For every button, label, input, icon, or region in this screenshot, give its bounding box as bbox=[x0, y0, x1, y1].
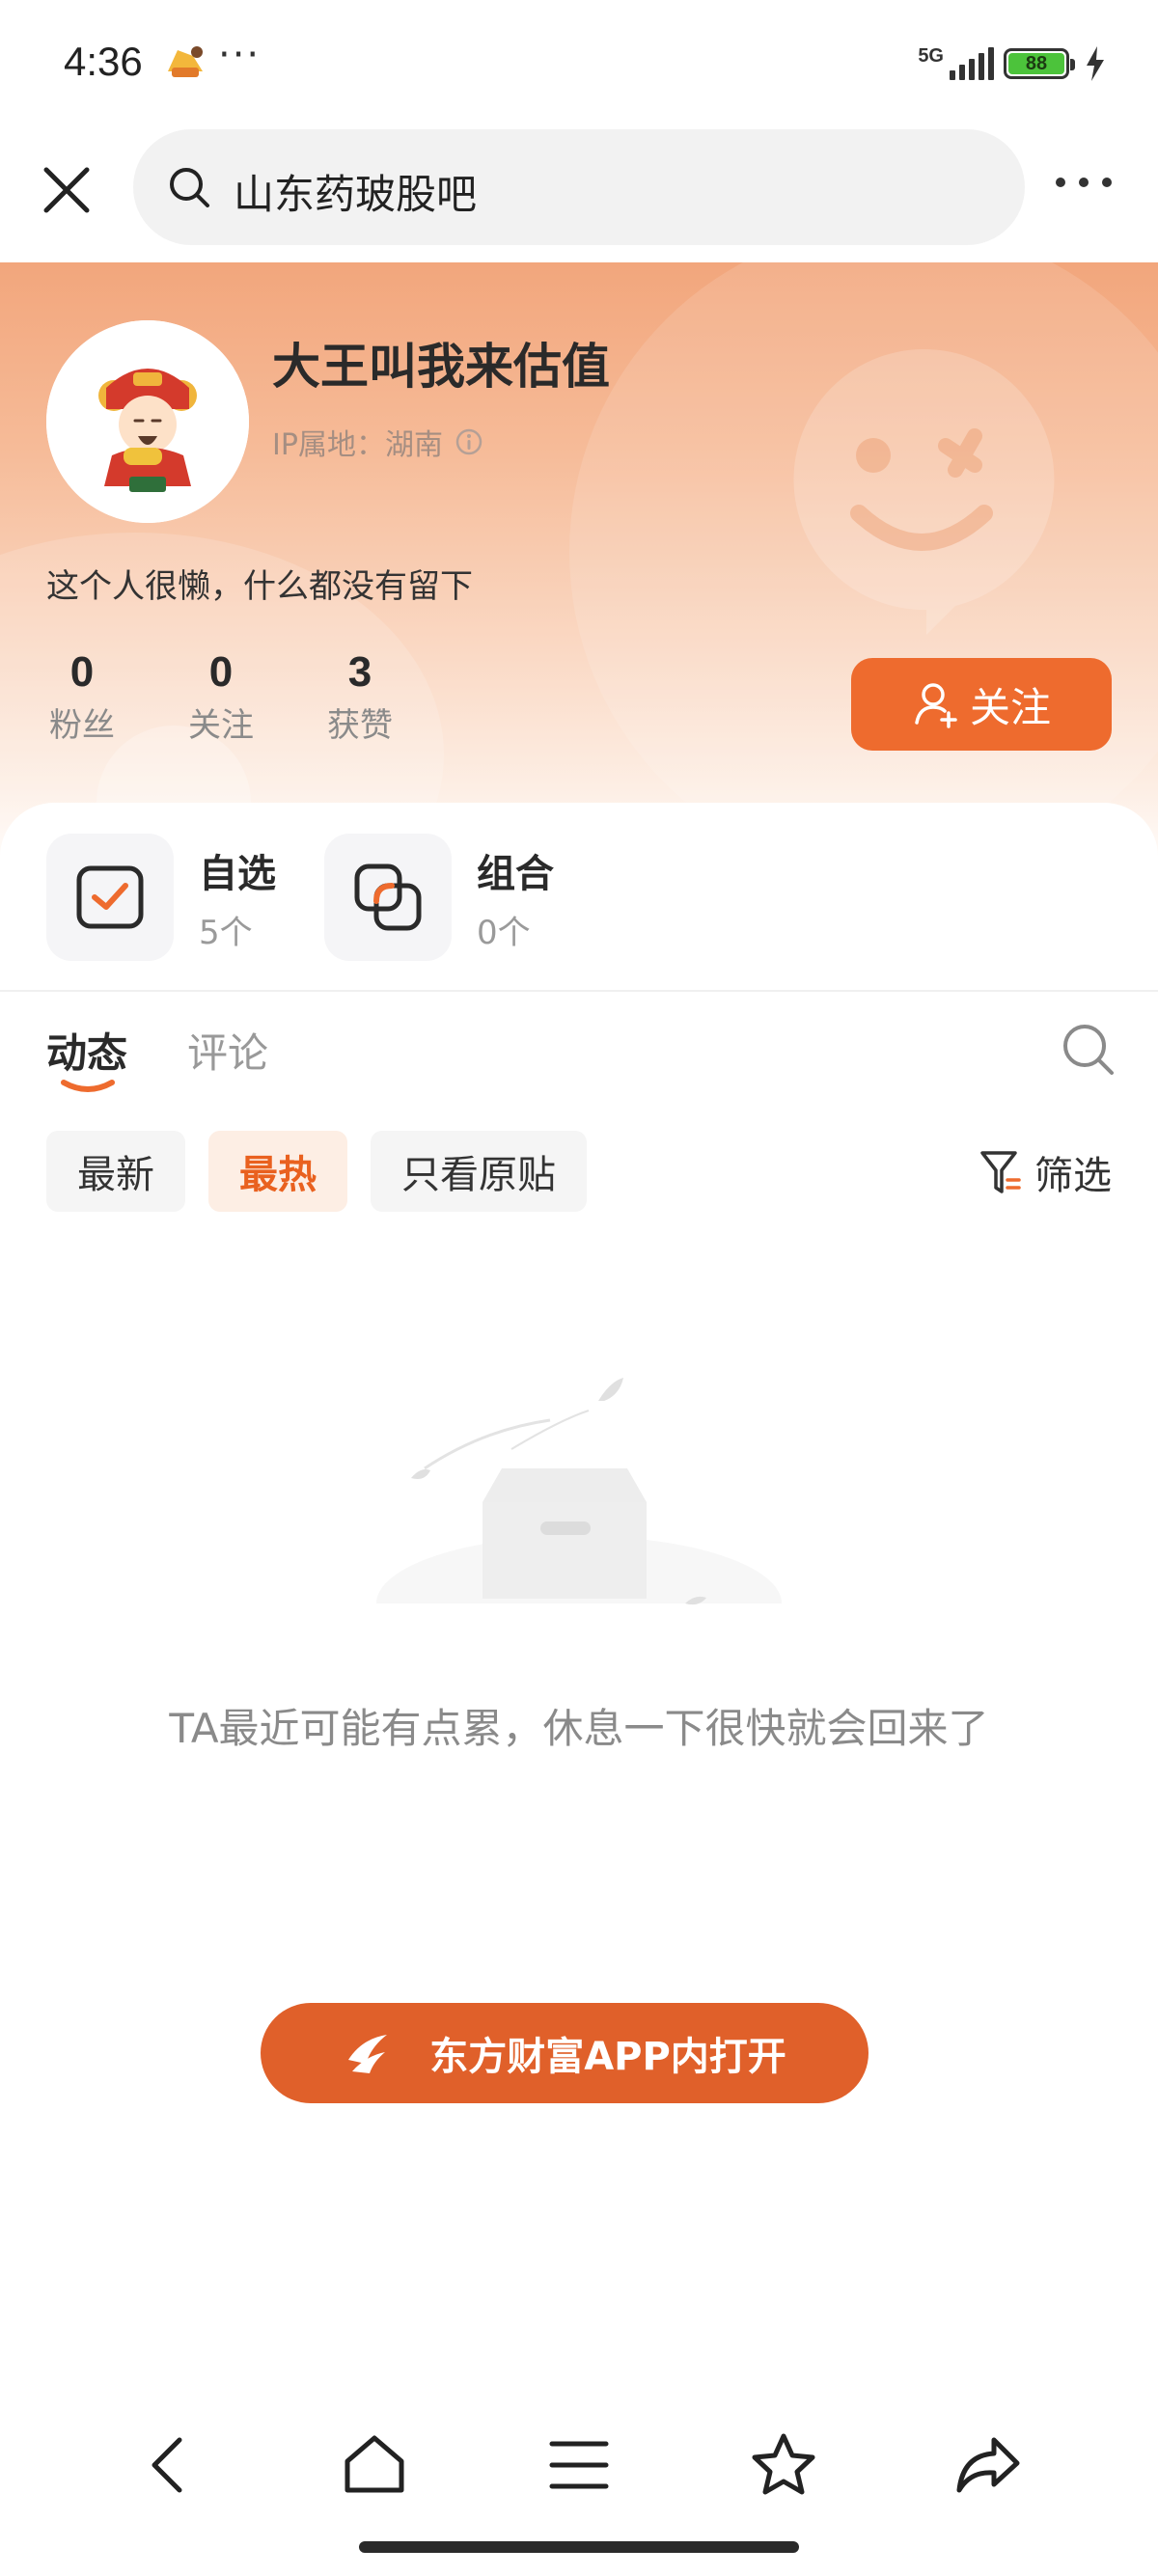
search-input[interactable]: 山东药玻股吧 bbox=[133, 129, 1025, 245]
stat-value: 3 bbox=[347, 648, 372, 696]
status-indicators: 5G 88 bbox=[918, 44, 1106, 83]
portfolio-link[interactable]: 组合 0个 bbox=[324, 834, 554, 961]
dot bbox=[1102, 178, 1112, 187]
open-in-app-label: 东方财富APP内打开 bbox=[429, 2035, 786, 2079]
battery-icon: 88 bbox=[1004, 48, 1075, 79]
stat-likes[interactable]: 3 获赞 bbox=[324, 648, 396, 746]
status-time: 4:36 bbox=[64, 39, 143, 84]
search-query: 山东药玻股吧 bbox=[234, 171, 478, 218]
app-logo-icon bbox=[348, 2035, 388, 2073]
tab-label: 评论 bbox=[187, 1029, 269, 1077]
tab-posts[interactable]: 动态 bbox=[46, 1021, 128, 1092]
watchlist-title: 自选 bbox=[199, 851, 276, 896]
close-icon[interactable] bbox=[39, 162, 95, 218]
network-type: 5G bbox=[918, 45, 944, 67]
tab-comments[interactable]: 评论 bbox=[187, 1021, 268, 1080]
share-icon[interactable] bbox=[951, 2428, 1025, 2502]
search-icon bbox=[170, 168, 209, 207]
info-icon[interactable] bbox=[455, 427, 483, 456]
more-options-button[interactable] bbox=[1056, 168, 1119, 197]
empty-state-message: TA最近可能有点累，休息一下很快就会回来了 bbox=[169, 1705, 989, 1752]
stat-value: 0 bbox=[69, 648, 95, 696]
signal-icon bbox=[950, 47, 994, 80]
open-in-app-button[interactable]: 东方财富APP内打开 bbox=[261, 2003, 868, 2103]
battery-level: 88 bbox=[1008, 53, 1064, 74]
divider bbox=[0, 990, 1158, 992]
status-bar: 4:36 ··· 5G 88 bbox=[0, 0, 1158, 127]
search-icon[interactable] bbox=[1060, 1021, 1117, 1079]
filter-hottest[interactable]: 最热 bbox=[208, 1131, 347, 1212]
filter-button[interactable]: 筛选 bbox=[979, 1144, 1112, 1200]
portfolio-text: 组合 0个 bbox=[477, 842, 554, 953]
add-user-icon bbox=[915, 683, 957, 728]
avatar-image bbox=[46, 320, 249, 523]
profile-header: 大王叫我来估值 IP属地：湖南 这个人很懒，什么都没有留下 0 粉丝 0 关注 … bbox=[0, 262, 1158, 880]
notification-app-icon bbox=[168, 46, 203, 77]
stat-value: 0 bbox=[208, 648, 234, 696]
menu-icon[interactable] bbox=[542, 2428, 616, 2502]
browser-nav-bar bbox=[0, 2412, 1158, 2518]
empty-box-illustration bbox=[367, 1378, 791, 1623]
star-icon[interactable] bbox=[747, 2428, 820, 2502]
checkbox-icon bbox=[76, 865, 144, 929]
follow-button[interactable]: 关注 bbox=[851, 658, 1112, 751]
watchlist-text: 自选 5个 bbox=[199, 842, 276, 953]
ip-location: IP属地：湖南 bbox=[272, 421, 483, 463]
filter-latest[interactable]: 最新 bbox=[46, 1131, 185, 1212]
dot bbox=[1056, 178, 1065, 187]
active-tab-indicator bbox=[61, 1080, 115, 1092]
home-icon[interactable] bbox=[338, 2428, 411, 2502]
smiley-bubble-icon bbox=[793, 348, 1055, 635]
portfolio-icon bbox=[354, 863, 422, 931]
filter-original-only[interactable]: 只看原贴 bbox=[371, 1131, 587, 1212]
watchlist-icon-box bbox=[46, 834, 174, 961]
watchlist-count: 5个 bbox=[199, 913, 253, 952]
follow-label: 关注 bbox=[969, 683, 1051, 731]
filter-icon bbox=[980, 1151, 1021, 1193]
portfolio-count: 0个 bbox=[477, 913, 531, 952]
profile-stats: 0 粉丝 0 关注 3 获赞 bbox=[46, 648, 396, 746]
stat-label: 获赞 bbox=[327, 706, 393, 745]
portfolio-icon-box bbox=[324, 834, 452, 961]
portfolio-title: 组合 bbox=[477, 851, 554, 896]
content-card: 自选 5个 组合 0个 动态 评论 最新 最热 只看原贴 筛选 TA最近可能有点… bbox=[0, 803, 1158, 2576]
filter-label: 筛选 bbox=[1034, 1154, 1112, 1198]
stat-following[interactable]: 0 关注 bbox=[185, 648, 257, 746]
sort-filters: 最新 最热 只看原贴 bbox=[46, 1131, 587, 1212]
content-tabs: 动态 评论 bbox=[46, 1021, 268, 1092]
stat-label: 关注 bbox=[188, 706, 254, 745]
user-bio: 这个人很懒，什么都没有留下 bbox=[46, 567, 473, 606]
watchlist-link[interactable]: 自选 5个 bbox=[46, 834, 276, 961]
tab-label: 动态 bbox=[46, 1029, 128, 1077]
avatar[interactable] bbox=[46, 320, 249, 523]
ip-location-text: IP属地：湖南 bbox=[272, 428, 443, 462]
home-indicator[interactable] bbox=[359, 2541, 799, 2553]
username: 大王叫我来估值 bbox=[272, 339, 610, 395]
back-icon[interactable] bbox=[133, 2428, 207, 2502]
charging-icon bbox=[1087, 46, 1104, 81]
stat-label: 粉丝 bbox=[49, 706, 115, 745]
stat-followers[interactable]: 0 粉丝 bbox=[46, 648, 118, 746]
dot bbox=[1079, 178, 1089, 187]
status-more-dots: ··· bbox=[218, 33, 262, 77]
search-header: 山东药玻股吧 bbox=[0, 127, 1158, 262]
